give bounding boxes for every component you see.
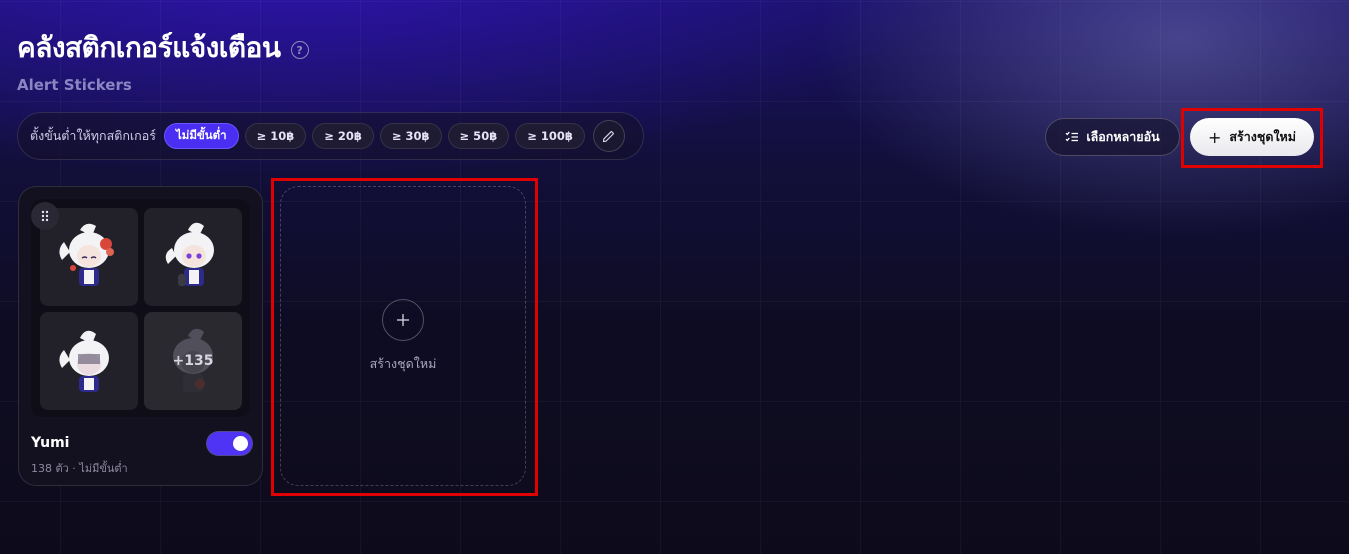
chip-min-50[interactable]: ≥ 50฿	[447, 123, 510, 149]
toggle-knob	[233, 436, 248, 451]
chip-min-10[interactable]: ≥ 10฿	[244, 123, 307, 149]
sticker-preview-grid: +135	[31, 199, 250, 417]
sticker-set-meta: 138 ตัว · ไม่มีขั้นต่ำ	[31, 462, 128, 475]
sticker-set-card[interactable]: +135 Yumi 138 ตัว · ไม่มีขั้นต่ำ	[18, 186, 263, 486]
chip-min-100[interactable]: ≥ 100฿	[515, 123, 585, 149]
checklist-icon	[1065, 131, 1079, 142]
pencil-icon	[603, 130, 615, 142]
sticker-set-enabled-toggle[interactable]	[207, 432, 252, 455]
question-circle-icon[interactable]: ?	[290, 41, 309, 59]
chip-min-30[interactable]: ≥ 30฿	[379, 123, 442, 149]
more-stickers-count: +135	[172, 353, 214, 369]
chip-no-minimum[interactable]: ไม่มีขั้นต่ำ	[163, 123, 239, 149]
sticker-set-name: Yumi	[31, 435, 70, 451]
edit-minimum-button[interactable]	[592, 120, 625, 152]
chip-min-20[interactable]: ≥ 20฿	[312, 123, 374, 149]
more-stickers-tile[interactable]: +135	[144, 312, 242, 410]
highlight-box-new-set-button	[1181, 108, 1323, 168]
minimum-amount-filter-bar: ตั้งขั้นต่ำให้ทุกสติกเกอร์ ไม่มีขั้นต่ำ …	[17, 112, 644, 160]
sticker-thumbnail	[40, 312, 138, 410]
drag-handle-icon[interactable]	[31, 202, 59, 230]
page-subtitle: Alert Stickers	[17, 76, 132, 94]
page-title: คลังสติกเกอร์แจ้งเตือน	[17, 31, 281, 64]
filter-label: ตั้งขั้นต่ำให้ทุกสติกเกอร์	[30, 128, 156, 143]
highlight-box-create-new-set-card	[271, 178, 538, 496]
page-header: คลังสติกเกอร์แจ้งเตือน ? Alert Stickers	[17, 26, 309, 94]
multi-select-button[interactable]: เลือกหลายอัน	[1045, 118, 1180, 156]
multi-select-label: เลือกหลายอัน	[1086, 129, 1160, 144]
sticker-thumbnail	[144, 208, 242, 306]
